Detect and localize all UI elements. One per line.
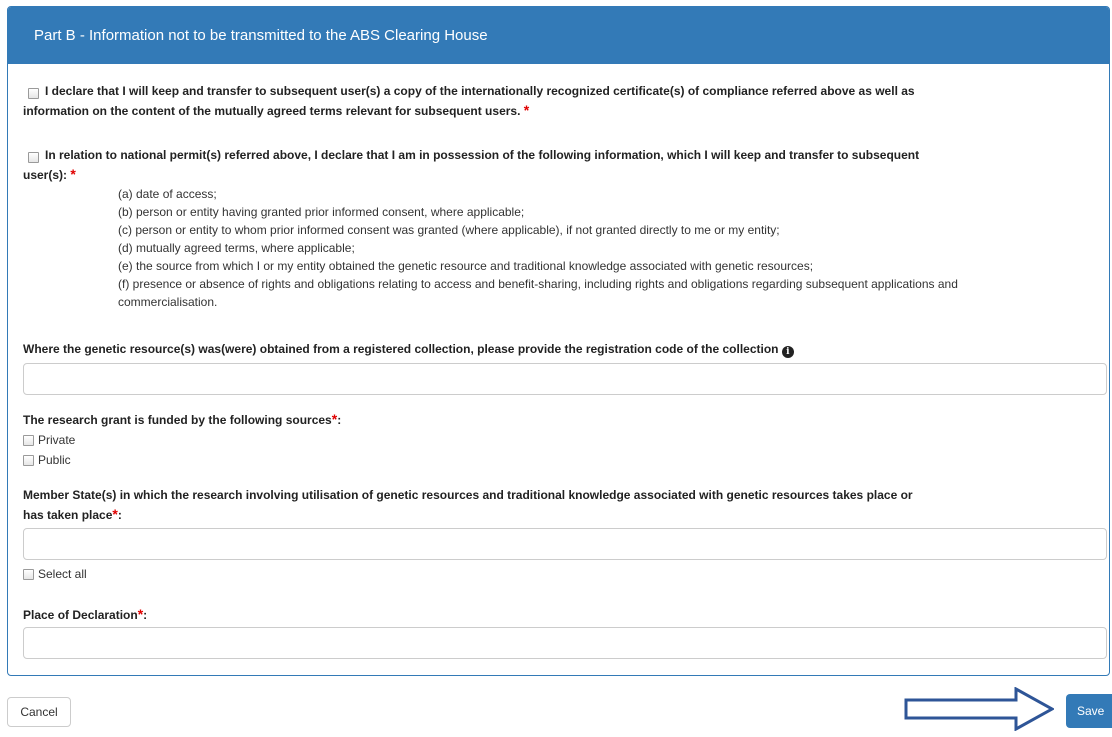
save-button[interactable]: Save	[1066, 694, 1112, 728]
funding-option-private[interactable]: Private	[23, 432, 75, 448]
member-states-label-line2: has taken place	[23, 508, 113, 522]
registration-label-text: Where the genetic resource(s) was(were) …	[23, 342, 779, 356]
arrow-right-icon	[904, 687, 1054, 731]
declaration2-line1: In relation to national permit(s) referr…	[45, 148, 920, 162]
member-states-label-line1: Member State(s) in which the research in…	[23, 488, 913, 502]
member-states-input[interactable]	[23, 528, 1107, 560]
info-circle-icon[interactable]: i	[781, 346, 794, 358]
declaration1-checkbox[interactable]	[28, 86, 39, 100]
declaration2-text: In relation to national permit(s) referr…	[45, 146, 1105, 165]
place-label-suffix: :	[143, 608, 148, 622]
funding-label-text: The research grant is funded by the foll…	[23, 413, 332, 427]
declaration2-text-cont: user(s): *	[23, 165, 1103, 185]
registration-code-input[interactable]	[23, 363, 1107, 395]
private-checkbox[interactable]	[23, 434, 34, 446]
funding-label-suffix: :	[337, 413, 342, 427]
funding-options: Private Public	[23, 432, 75, 468]
panel-title: Part B - Information not to be transmitt…	[8, 7, 1109, 64]
select-all-label: Select all	[38, 567, 87, 581]
list-item: (c) person or entity to whom prior infor…	[118, 223, 780, 237]
declaration2-line2: user(s):	[23, 168, 68, 182]
funding-label: The research grant is funded by the foll…	[23, 410, 341, 430]
declaration2-checkbox[interactable]	[28, 150, 39, 164]
part-b-panel: Part B - Information not to be transmitt…	[7, 6, 1110, 676]
list-item: (b) person or entity having granted prio…	[118, 205, 525, 219]
member-states-label-line2-wrap: has taken place*:	[23, 505, 1107, 525]
declaration1-line1: I declare that I will keep and transfer …	[45, 84, 915, 98]
required-mark: *	[523, 102, 530, 118]
declaration1-text-cont: information on the content of the mutual…	[23, 101, 1103, 121]
declaration1-line2: information on the content of the mutual…	[23, 104, 521, 118]
registration-label: Where the genetic resource(s) was(were) …	[23, 340, 1103, 359]
place-label: Place of Declaration*:	[23, 605, 147, 625]
list-item: (e) the source from which I or my entity…	[118, 259, 814, 273]
list-item: (a) date of access;	[118, 187, 217, 201]
member-states-label-suffix: :	[117, 508, 122, 522]
select-all-checkbox[interactable]	[23, 568, 34, 580]
member-states-label: Member State(s) in which the research in…	[23, 486, 1107, 525]
funding-option-public[interactable]: Public	[23, 452, 75, 468]
place-label-text: Place of Declaration	[23, 608, 138, 622]
required-mark: *	[70, 166, 76, 182]
declaration2-info-list: (a) date of access; (b) person or entity…	[118, 185, 958, 311]
select-all-option[interactable]: Select all	[23, 566, 87, 582]
list-item: (f) presence or absence of rights and ob…	[118, 277, 958, 291]
option-label: Public	[38, 453, 71, 467]
list-item: commercialisation.	[118, 295, 218, 309]
list-item: (d) mutually agreed terms, where applica…	[118, 241, 355, 255]
option-label: Private	[38, 433, 76, 447]
declaration1-text: I declare that I will keep and transfer …	[45, 82, 1105, 101]
place-of-declaration-input[interactable]	[23, 627, 1107, 659]
cancel-button[interactable]: Cancel	[7, 697, 71, 727]
public-checkbox[interactable]	[23, 454, 34, 466]
